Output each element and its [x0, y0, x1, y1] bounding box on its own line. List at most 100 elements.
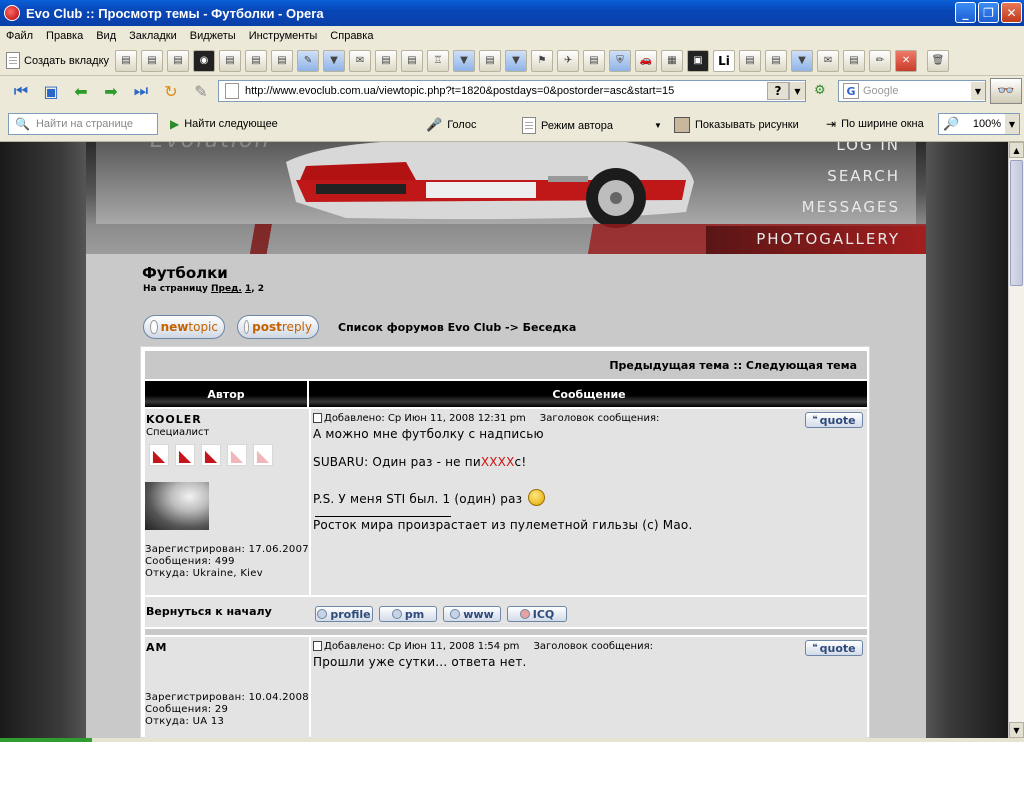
nav-log-in[interactable]: LOG IN — [836, 142, 900, 154]
bookmark-map-icon[interactable]: ✈ — [557, 49, 580, 72]
bookmark-tv-icon[interactable]: ▣ — [687, 49, 710, 72]
find-input[interactable]: 🔍 Найти на странице — [8, 113, 158, 135]
new-topic-button[interactable]: new topic — [143, 315, 225, 339]
bookmark-page-icon[interactable]: ▤ — [115, 49, 138, 72]
bookmark-page-icon[interactable]: ▤ — [219, 49, 242, 72]
window-title: Evo Club :: Просмотр темы - Футболки - O… — [26, 5, 324, 21]
menu-help[interactable]: Справка — [330, 30, 373, 42]
zoom-select[interactable]: 🔎 100% ▼ — [938, 113, 1020, 135]
search-placeholder[interactable]: Google — [863, 85, 971, 97]
bookmark-page-icon[interactable]: ▤ — [141, 49, 164, 72]
reload-icon[interactable]: ↻ — [158, 80, 184, 102]
rewind-icon[interactable]: ⏮ — [8, 80, 34, 102]
edit-icon[interactable]: ✎ — [188, 80, 214, 102]
search-field[interactable]: G Google ▼ — [838, 80, 986, 102]
bookmark-page-icon[interactable]: ▤ — [479, 49, 502, 72]
bookmark-page-icon[interactable]: ▤ — [843, 49, 866, 72]
col-author: Автор — [145, 381, 309, 407]
fast-forward-icon[interactable]: ⏭ — [128, 80, 154, 102]
bookmark-helmet-icon[interactable]: ♖ — [427, 49, 450, 72]
close-toolbar-icon[interactable]: ✕ — [895, 49, 918, 72]
prev-next-topic[interactable]: Предыдущая тема :: Следующая тема — [145, 351, 867, 379]
menu-edit[interactable]: Правка — [46, 30, 83, 42]
nav-messages[interactable]: MESSAGES — [802, 198, 900, 216]
restore-button[interactable]: ❐ — [978, 2, 999, 23]
scroll-thumb[interactable] — [1010, 160, 1023, 286]
post-author-name[interactable]: AM — [146, 641, 309, 654]
topic-title[interactable]: Футболки — [142, 264, 228, 282]
new-tab-button[interactable]: Создать вкладку — [6, 52, 109, 69]
quote-button[interactable]: ❝ quote — [805, 412, 863, 428]
bookmark-glyph-icon[interactable]: ⚑ — [531, 49, 554, 72]
bookmark-pen-icon[interactable]: ✎ — [297, 49, 320, 72]
find-toolbar: 🔍 Найти на странице ▶ Найти следующее 🎤 … — [0, 106, 1024, 142]
bookmark-eye-icon[interactable]: ◉ — [193, 49, 216, 72]
chevron-down-icon[interactable]: ▼ — [654, 121, 662, 130]
prev-page-link[interactable]: Пред. — [211, 284, 242, 294]
post-author-name[interactable]: KOOLER — [146, 413, 309, 426]
quote-button[interactable]: ❝ quote — [805, 640, 863, 656]
bookmark-chat-icon[interactable]: ✉ — [817, 49, 840, 72]
icq-button[interactable]: ICQ — [507, 606, 567, 622]
bookmark-page-icon[interactable]: ▤ — [401, 49, 424, 72]
address-url[interactable]: http://www.evoclub.com.ua/viewtopic.php?… — [245, 85, 767, 97]
fit-width-button[interactable]: ⇥ По ширине окна — [826, 117, 924, 131]
menu-view[interactable]: Вид — [96, 30, 116, 42]
menu-file[interactable]: Файл — [6, 30, 33, 42]
menu-bar: Файл Правка Вид Закладки Виджеты Инструм… — [0, 26, 1024, 46]
scroll-up-icon[interactable]: ▲ — [1009, 142, 1024, 158]
chevron-down-icon[interactable]: ▼ — [971, 82, 985, 100]
back-to-top-link[interactable]: Вернуться к началу — [146, 605, 272, 618]
show-images-button[interactable]: Показывать рисунки — [674, 117, 799, 133]
bookmark-down-icon[interactable]: ▼ — [453, 49, 476, 72]
bookmark-page-icon[interactable]: ▤ — [739, 49, 762, 72]
bookmark-logo-icon[interactable]: ▦ — [661, 49, 684, 72]
www-button[interactable]: www — [443, 606, 501, 622]
page-info-icon[interactable]: ▣ — [38, 80, 64, 102]
profile-button[interactable]: profile — [315, 606, 373, 622]
bookmark-page-icon[interactable]: ▤ — [167, 49, 190, 72]
post-info: Добавлено: Ср Июн 11, 2008 1:54 pm Загол… — [311, 637, 867, 656]
nav-search[interactable]: SEARCH — [827, 167, 900, 185]
chevron-down-icon[interactable]: ▼ — [1005, 114, 1019, 134]
scroll-down-icon[interactable]: ▼ — [1009, 722, 1024, 738]
menu-bookmarks[interactable]: Закладки — [129, 30, 177, 42]
chevron-down-icon[interactable]: ▼ — [789, 82, 805, 100]
voice-button[interactable]: 🎤 Голос — [426, 117, 476, 133]
close-button[interactable]: ✕ — [1001, 2, 1022, 23]
bookmark-car-icon[interactable]: 🚗 — [635, 49, 658, 72]
post-date: Добавлено: Ср Июн 11, 2008 1:54 pm — [324, 640, 520, 652]
breadcrumb[interactable]: Список форумов Evo Club -> Беседка — [338, 321, 576, 334]
nav-photogallery[interactable]: PHOTOGALLERY — [756, 230, 900, 248]
vertical-scrollbar[interactable]: ▲ ▼ — [1008, 142, 1024, 738]
menu-tools[interactable]: Инструменты — [249, 30, 318, 42]
search-engine-icon[interactable]: ⚙ — [814, 83, 826, 98]
post-reply-button[interactable]: post reply — [237, 315, 319, 339]
address-bar[interactable]: http://www.evoclub.com.ua/viewtopic.php?… — [218, 80, 806, 102]
find-placeholder[interactable]: Найти на странице — [36, 118, 133, 130]
bookmark-page-icon[interactable]: ▤ — [271, 49, 294, 72]
bookmark-down-icon[interactable]: ▼ — [505, 49, 528, 72]
message-count: Сообщения: 29 — [145, 704, 229, 715]
minimize-button[interactable]: _ — [955, 2, 976, 23]
bookmark-page-icon[interactable]: ▤ — [375, 49, 398, 72]
back-arrow-icon[interactable]: ⬅ — [68, 80, 94, 102]
pages-prefix: На страницу — [143, 284, 208, 294]
bookmark-page-icon[interactable]: ▤ — [583, 49, 606, 72]
bookmark-down-icon[interactable]: ▼ — [323, 49, 346, 72]
find-next-button[interactable]: ▶ Найти следующее — [170, 117, 278, 131]
bookmark-down-icon[interactable]: ▼ — [791, 49, 814, 72]
site-info-button[interactable]: ? — [767, 82, 789, 100]
forward-arrow-icon[interactable]: ➡ — [98, 80, 124, 102]
bookmark-liveinternet-icon[interactable]: Li — [713, 49, 736, 72]
binoculars-icon[interactable]: 👓 — [990, 78, 1022, 104]
pm-button[interactable]: pm — [379, 606, 437, 622]
author-mode-button[interactable]: Режим автора ▼ — [522, 117, 662, 134]
menu-widgets[interactable]: Виджеты — [190, 30, 236, 42]
bookmark-page-icon[interactable]: ▤ — [765, 49, 788, 72]
bookmark-chat-icon[interactable]: ✉ — [349, 49, 372, 72]
trash-icon[interactable]: 🗑 — [927, 49, 950, 72]
bookmark-page-icon[interactable]: ▤ — [245, 49, 268, 72]
bookmark-pencil-icon[interactable]: ✏ — [869, 49, 892, 72]
bookmark-shield-icon[interactable]: ⛨ — [609, 49, 632, 72]
